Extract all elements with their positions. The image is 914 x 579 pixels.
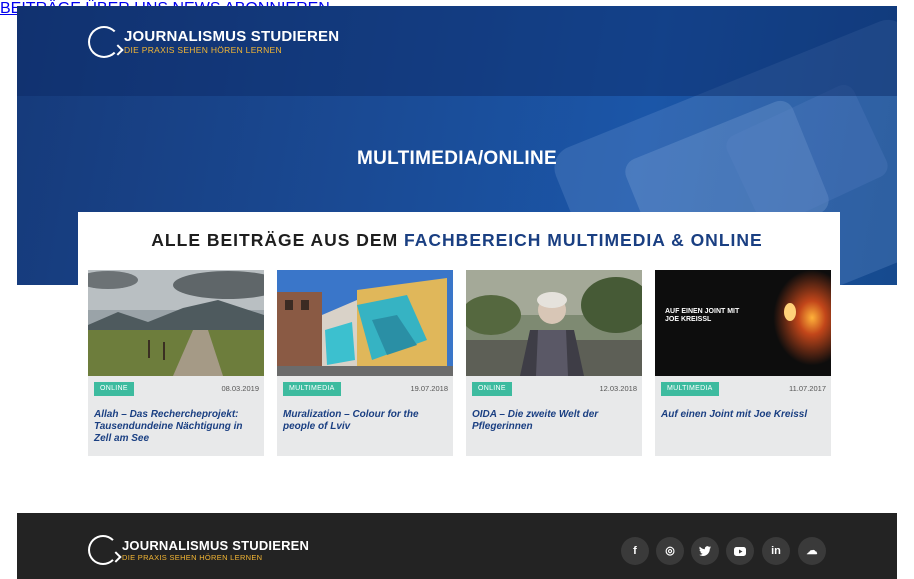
footer-logo[interactable]: JOURNALISMUS STUDIEREN DIE PRAXIS SEHEN … [88,535,309,565]
section-heading: ALLE BEITRÄGE AUS DEM FACHBEREICH MULTIM… [0,230,914,251]
category-tag[interactable]: ONLINE [472,382,512,396]
linkedin-icon[interactable]: in [762,537,790,565]
post-date: 12.03.2018 [599,384,637,393]
post-title[interactable]: Auf einen Joint mit Joe Kreissl [661,409,825,421]
category-tag[interactable]: MULTIMEDIA [661,382,719,396]
post-thumbnail[interactable] [466,270,642,376]
thumbnail-caption: AUF EINEN JOINT MIT JOE KREISSL [665,308,740,323]
section-heading-highlight: FACHBEREICH MULTIMEDIA & ONLINE [404,230,763,250]
section-heading-prefix: ALLE BEITRÄGE AUS DEM [151,230,405,250]
post-date: 08.03.2019 [221,384,259,393]
post-card[interactable]: ONLINE 08.03.2019 Allah – Das Recherchep… [88,270,264,456]
footer-logo-tagline: DIE PRAXIS SEHEN HÖREN LERNEN [122,552,263,562]
twitter-icon[interactable] [691,537,719,565]
post-date: 11.07.2017 [789,384,826,393]
post-thumbnail[interactable] [277,270,453,376]
post-thumbnail[interactable] [88,270,264,376]
logo-tagline: DIE PRAXIS SEHEN HÖREN LERNEN [124,45,282,56]
logo-title: JOURNALISMUS STUDIEREN [124,28,340,46]
logo-ring-icon [88,26,120,58]
category-tag[interactable]: MULTIMEDIA [283,382,341,396]
page-title: MULTIMEDIA/ONLINE [356,148,557,169]
post-card[interactable]: MULTIMEDIA 19.07.2018 Muralization – Col… [277,270,453,456]
post-title[interactable]: Allah – Das Rechercheprojekt: Tausendund… [94,409,258,445]
post-date: 19.07.2018 [410,384,448,393]
facebook-icon[interactable]: f [621,537,649,565]
post-card[interactable]: AUF EINEN JOINT MIT JOE KREISSL MULTIMED… [655,270,831,456]
footer-logo-title: JOURNALISMUS STUDIEREN [122,537,310,553]
category-tag[interactable]: ONLINE [94,382,134,396]
post-card[interactable]: ONLINE 12.03.2018 OIDA – Die zweite Welt… [466,270,642,456]
post-thumbnail[interactable]: AUF EINEN JOINT MIT JOE KREISSL [655,270,831,376]
youtube-icon[interactable] [726,537,754,565]
post-title[interactable]: OIDA – Die zweite Welt der Pflegerinnen [472,409,636,433]
site-logo[interactable]: JOURNALISMUS STUDIEREN DIE PRAXIS SEHEN … [88,26,339,58]
instagram-icon[interactable]: ◎ [656,537,684,565]
soundcloud-icon[interactable]: ☁ [798,537,826,565]
logo-ring-icon [88,535,118,565]
post-title[interactable]: Muralization – Colour for the people of … [283,409,447,433]
